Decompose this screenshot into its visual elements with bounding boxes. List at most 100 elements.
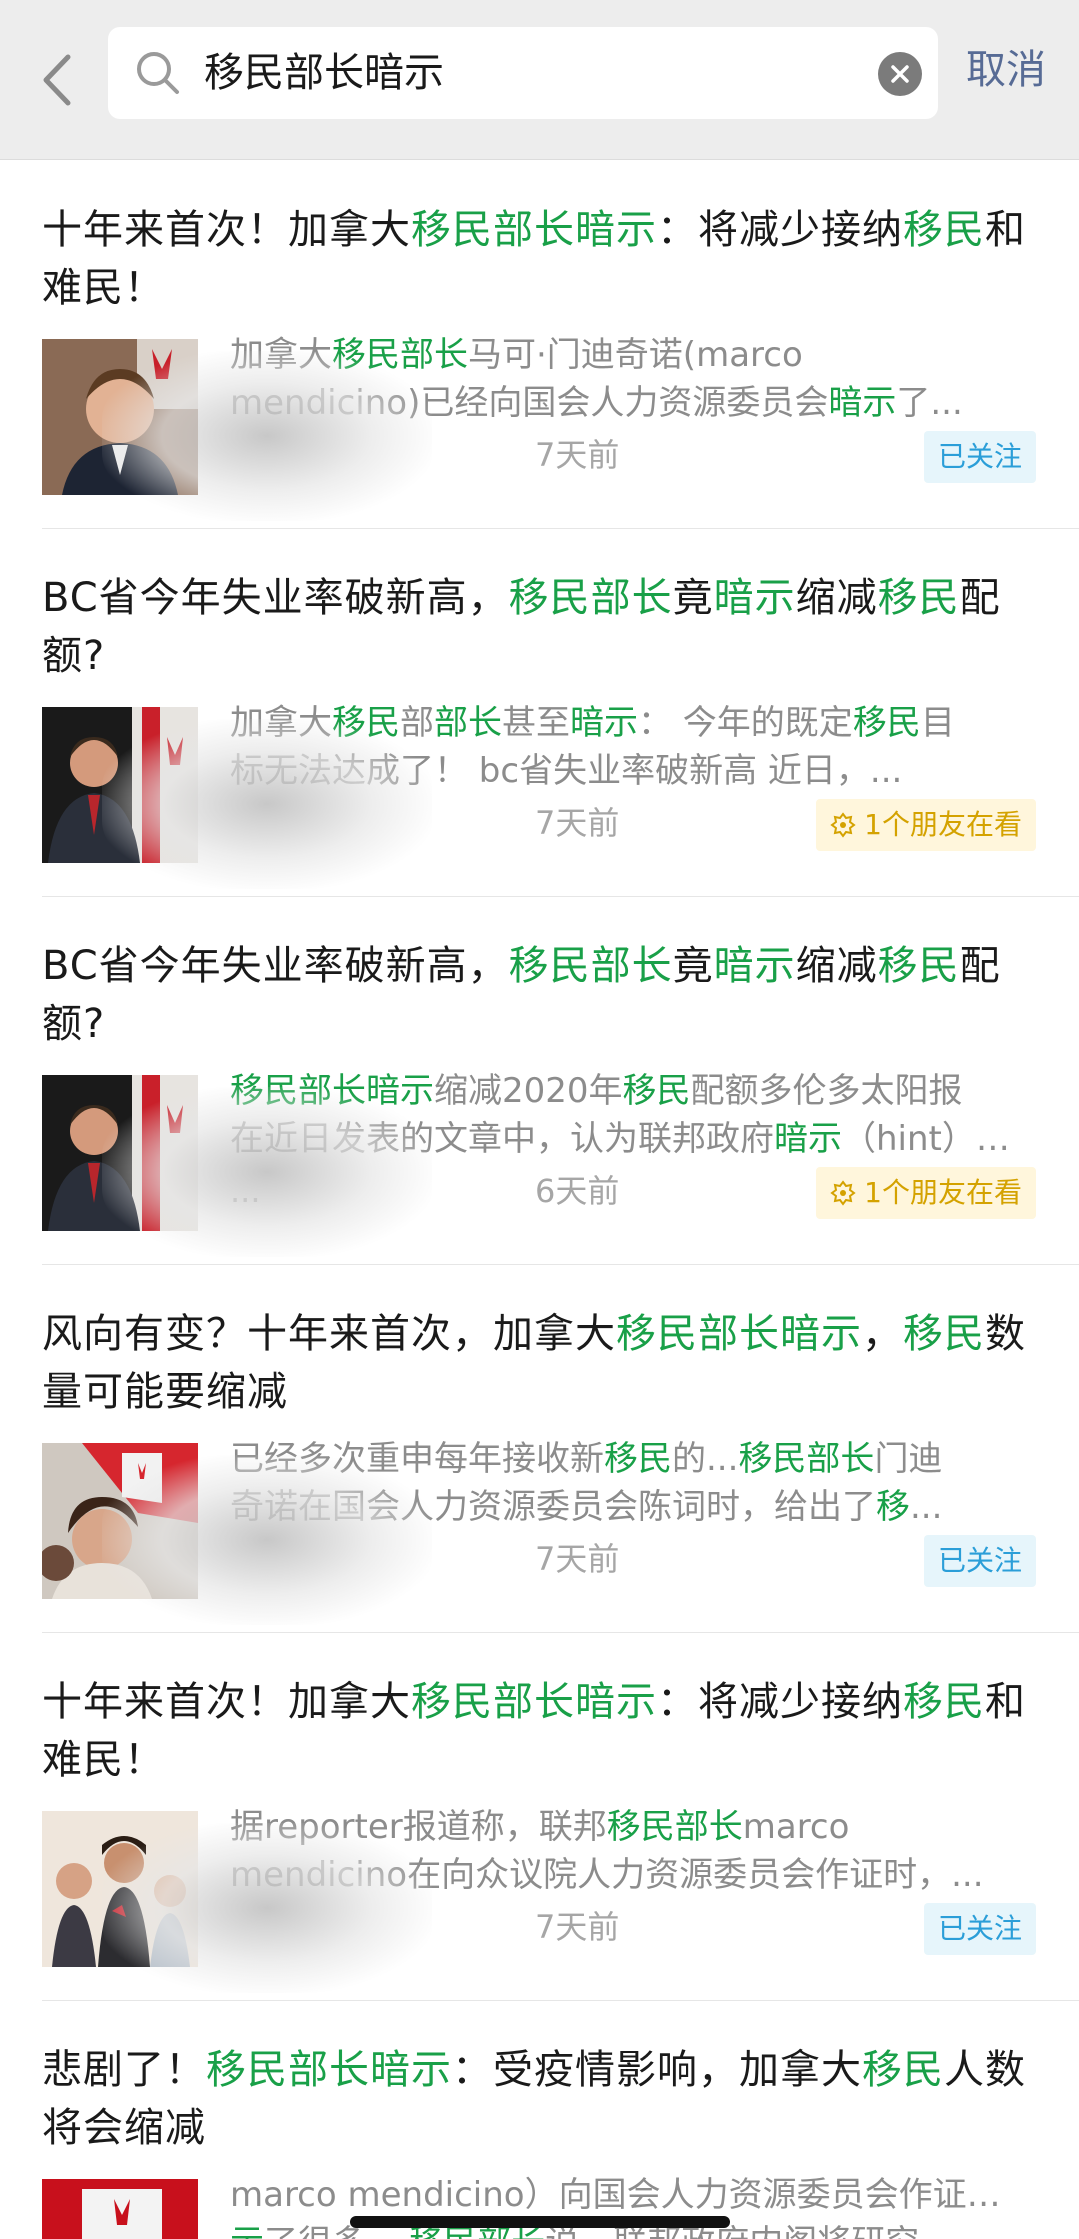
text-fragment: 配额多伦多太阳报: [690, 1071, 963, 1111]
text-fragment: 已经多次重申每年接收新: [230, 1439, 604, 1479]
text-fragment: 了...: [896, 383, 963, 423]
chevron-left-icon: [43, 54, 71, 106]
badge-label: 已关注: [937, 1544, 1022, 1577]
snippet-line: 加拿大移民部部长甚至暗示： 今年的既定移民目: [230, 699, 1030, 747]
text-fragment: 缩减2020年: [434, 1071, 623, 1111]
badge-label: 已关注: [937, 1912, 1022, 1945]
result-thumbnail: [42, 707, 198, 863]
highlighted-term: 移民: [332, 703, 400, 743]
result-source: ...: [230, 1172, 261, 1210]
text-fragment: ： 今年的既定: [638, 703, 853, 743]
text-fragment: 马可·门迪奇诺(marco: [468, 335, 803, 375]
result-thumbnail: [42, 1443, 198, 1599]
text-fragment: 部: [400, 703, 434, 743]
highlighted-term: 移民部长暗示: [230, 1071, 434, 1111]
highlighted-term: 暗示: [774, 1119, 842, 1159]
result-title[interactable]: 十年来首次！加拿大移民部长暗示：将减少接纳移民和难民！: [42, 1673, 1032, 1789]
result-snippet: 据reporter报道称，联邦移民部长marco mendicino在向众议院人力…: [230, 1803, 1030, 1899]
text-fragment: 缩减: [795, 575, 878, 621]
search-header: 移民部长暗示 取消: [0, 0, 1079, 160]
snippet-line: 加拿大移民部长马可·门迪奇诺(marco: [230, 331, 1030, 379]
result-time: 6天前: [535, 1172, 620, 1210]
text-fragment: 奇诺在国会人力资源委员会陈词时，给出了: [230, 1487, 876, 1527]
friends-icon: [830, 1180, 856, 1206]
text-fragment: BC省今年失业率破新高，: [42, 943, 509, 989]
text-fragment: 目: [920, 703, 955, 743]
cancel-button[interactable]: 取消: [966, 42, 1046, 98]
text-fragment: 悲剧了！: [42, 2047, 206, 2093]
search-result-item[interactable]: 风向有变？十年来首次，加拿大移民部长暗示，移民数量可能要缩减 已经多次重申每年接收…: [42, 1265, 1079, 1633]
text-fragment: 在近日发表的文章中，认为联邦政府: [230, 1119, 774, 1159]
highlighted-term: 暗示: [828, 383, 897, 423]
snippet-line: 移民部长暗示缩减2020年移民配额多伦多太阳报: [230, 1067, 1030, 1115]
back-button[interactable]: [32, 50, 82, 110]
text-fragment: marco: [742, 1807, 850, 1847]
highlighted-term: 移民: [622, 1071, 691, 1111]
text-fragment: 的...: [672, 1439, 739, 1479]
text-fragment: 门迪: [874, 1439, 943, 1479]
search-result-item[interactable]: BC省今年失业率破新高，移民部长竟暗示缩减移民配额? 移民部长暗示缩减2020年移…: [42, 897, 1079, 1265]
text-fragment: mendicino在向众议院人力资源委员会作证时，...: [230, 1855, 984, 1895]
text-fragment: marco mendicino）向国会人力资源委员会作证是: [230, 2175, 1001, 2215]
highlighted-term: 移民: [877, 943, 960, 989]
highlighted-term: 移民: [903, 1311, 985, 1357]
highlighted-term: 移民部长: [606, 1807, 743, 1847]
result-thumbnail: [42, 1075, 198, 1231]
result-snippet: 加拿大移民部部长甚至暗示： 今年的既定移民目 标无法达成了！ bc省失业率破新高 …: [230, 699, 1030, 795]
highlighted-term: 示: [230, 2223, 264, 2239]
result-snippet: 移民部长暗示缩减2020年移民配额多伦多太阳报 在近日发表的文章中，认为联邦政府暗…: [230, 1067, 1030, 1163]
highlighted-term: 移民: [604, 1439, 672, 1479]
text-fragment: mendicino)已经向国会人力资源委员会: [230, 383, 829, 423]
home-indicator: [350, 2216, 730, 2228]
result-title[interactable]: BC省今年失业率破新高，移民部长竟暗示缩减移民配额?: [42, 569, 1032, 685]
text-fragment: ：受疫情影响，加拿大: [452, 2047, 862, 2093]
text-fragment: （hint）新...: [842, 1119, 1030, 1159]
result-thumbnail: [42, 339, 198, 495]
search-query[interactable]: 移民部长暗示: [204, 45, 444, 101]
text-fragment: ：将减少接纳: [657, 207, 903, 253]
search-result-item[interactable]: 十年来首次！加拿大移民部长暗示：将减少接纳移民和难民！ 加拿大移民部长马可·门迪奇…: [42, 161, 1079, 529]
highlighted-term: 部长: [434, 703, 502, 743]
highlighted-term: 暗: [1001, 2175, 1030, 2215]
text-fragment: 甚至: [502, 703, 570, 743]
clear-button[interactable]: [878, 52, 922, 96]
highlighted-term: 移民部长: [332, 335, 468, 375]
result-time: 7天前: [535, 1908, 620, 1946]
text-fragment: 标无法达成了！ bc省失业率破新高 近日，...: [230, 751, 903, 791]
result-title[interactable]: 风向有变？十年来首次，加拿大移民部长暗示，移民数量可能要缩减: [42, 1305, 1032, 1421]
text-fragment: 据reporter报道称，联邦: [230, 1807, 607, 1847]
result-meta: ... 6天前: [230, 1169, 770, 1213]
text-fragment: 风向有变？十年来首次，加拿大: [42, 1311, 616, 1357]
text-fragment: ，: [862, 1311, 903, 1357]
search-result-item[interactable]: BC省今年失业率破新高，移民部长竟暗示缩减移民配额? 加拿大移民部部长甚至暗示： …: [42, 529, 1079, 897]
highlighted-term: 暗示: [570, 703, 638, 743]
result-title[interactable]: BC省今年失业率破新高，移民部长竟暗示缩减移民配额?: [42, 937, 1032, 1053]
highlighted-term: 暗示: [713, 575, 796, 621]
search-result-item[interactable]: 悲剧了！移民部长暗示：受疫情影响，加拿大移民人数将会缩减 marco mendic…: [42, 2001, 1079, 2239]
highlighted-term: 移民: [852, 703, 921, 743]
highlighted-term: 移民部长暗示: [411, 1679, 657, 1725]
snippet-line: 奇诺在国会人力资源委员会陈词时，给出了移...: [230, 1483, 1030, 1531]
search-result-item[interactable]: 十年来首次！加拿大移民部长暗示：将减少接纳移民和难民！ 据reporter报道称，…: [42, 1633, 1079, 2001]
text-fragment: 竟: [672, 575, 714, 621]
highlighted-term: 移民部长暗示: [616, 1311, 862, 1357]
friends-watching-badge: 1个朋友在看: [816, 799, 1036, 851]
text-fragment: 十年来首次！加拿大: [42, 1679, 411, 1725]
text-fragment: 竟: [672, 943, 714, 989]
search-icon: [137, 52, 179, 94]
highlighted-term: 移民: [903, 1679, 985, 1725]
result-time: 7天前: [535, 436, 620, 474]
text-fragment: 加拿大: [230, 335, 332, 375]
text-fragment: 缩减: [795, 943, 878, 989]
search-input[interactable]: 移民部长暗示: [108, 27, 938, 119]
text-fragment: ：将减少接纳: [657, 1679, 903, 1725]
friends-watching-badge: 1个朋友在看: [816, 1167, 1036, 1219]
highlighted-term: 移民: [862, 2047, 944, 2093]
result-title[interactable]: 悲剧了！移民部长暗示：受疫情影响，加拿大移民人数将会缩减: [42, 2041, 1032, 2157]
badge-label: 1个朋友在看: [864, 808, 1022, 841]
followed-badge: 已关注: [923, 1903, 1036, 1955]
followed-badge: 已关注: [923, 431, 1036, 483]
result-title[interactable]: 十年来首次！加拿大移民部长暗示：将减少接纳移民和难民！: [42, 201, 1032, 317]
highlighted-term: 移民部长暗示: [411, 207, 657, 253]
snippet-line: 标无法达成了！ bc省失业率破新高 近日，...: [230, 747, 1030, 795]
